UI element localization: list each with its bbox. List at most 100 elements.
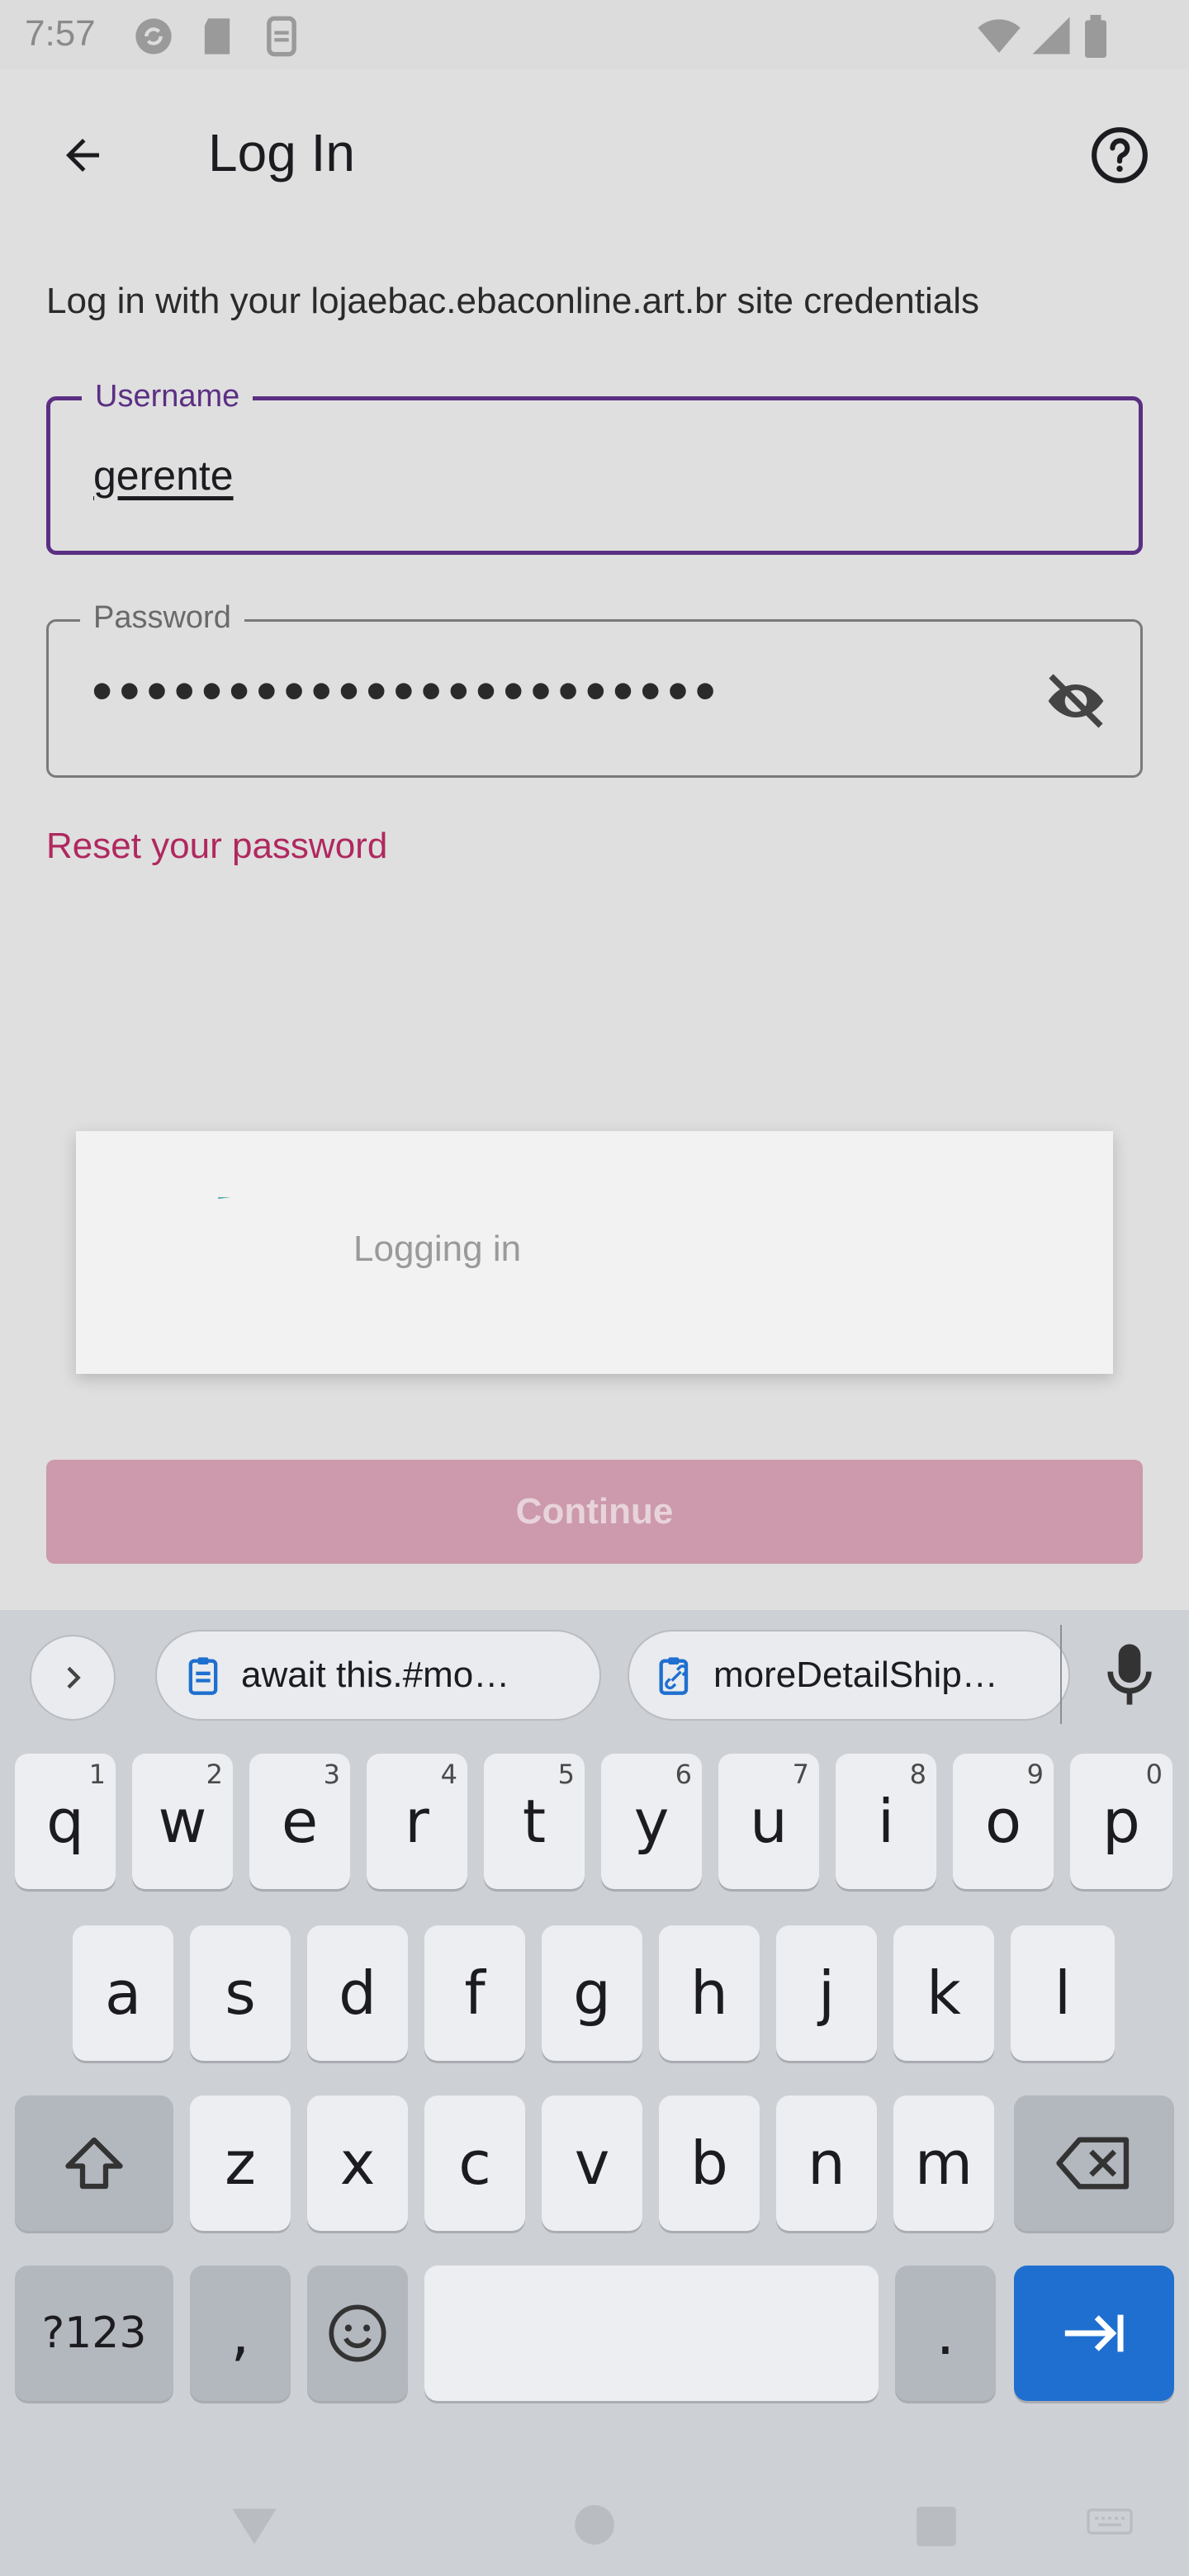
key-label: f <box>464 1958 486 2028</box>
key-q[interactable]: q1 <box>15 1754 116 1889</box>
progress-dialog: Logging in <box>76 1131 1113 1374</box>
key-y[interactable]: y6 <box>601 1754 702 1889</box>
key-l[interactable]: l <box>1011 1925 1115 2061</box>
backspace-icon <box>1056 2137 1130 2190</box>
key-v[interactable]: v <box>542 2095 642 2231</box>
signal-icon <box>1032 17 1070 54</box>
key-hint: 9 <box>1026 1759 1044 1790</box>
back-button[interactable] <box>46 119 119 192</box>
key-label: l <box>1054 1958 1071 2028</box>
clipboard-link-icon <box>659 1657 689 1695</box>
clipboard-chip-1[interactable]: await this.#mo… <box>155 1630 601 1721</box>
keyboard-switch-icon[interactable] <box>1087 2508 1133 2541</box>
soft-keyboard: await this.#mo… moreDetailShip… q1 w2 e3… <box>0 1610 1189 2576</box>
username-field[interactable]: Username gerente <box>46 379 1143 555</box>
key-i[interactable]: i8 <box>836 1754 936 1889</box>
key-label: u <box>750 1787 788 1856</box>
key-label: v <box>574 2129 610 2198</box>
sync-icon <box>135 18 172 54</box>
key-o[interactable]: o9 <box>953 1754 1054 1889</box>
continue-button[interactable]: Continue <box>46 1460 1143 1564</box>
key-k[interactable]: k <box>893 1925 994 2061</box>
period-key[interactable]: . <box>895 2266 996 2401</box>
nav-back-icon[interactable] <box>228 2503 281 2550</box>
key-label: m <box>914 2129 973 2198</box>
dialog-message: Logging in <box>353 1229 522 1269</box>
symbols-key[interactable]: ?123 <box>15 2266 173 2401</box>
key-s[interactable]: s <box>190 1925 291 2061</box>
backspace-key[interactable] <box>1014 2095 1174 2231</box>
clipboard-chip-2[interactable]: moreDetailShip… <box>628 1630 1070 1721</box>
password-value[interactable]: ••••••••••••••••••••••• <box>92 661 722 721</box>
chevron-right-icon <box>67 1666 81 1689</box>
reset-password-link[interactable]: Reset your password <box>46 826 387 867</box>
username-value[interactable]: gerente <box>93 452 234 500</box>
battery-icon <box>1085 15 1106 58</box>
key-label: d <box>339 1958 377 2028</box>
expand-toolbar-button[interactable] <box>30 1635 116 1721</box>
key-label: o <box>984 1787 1022 1856</box>
key-hint: 8 <box>909 1759 926 1790</box>
spinner-arc <box>218 1197 234 1200</box>
key-z[interactable]: z <box>190 2095 291 2231</box>
space-key[interactable] <box>424 2266 879 2401</box>
app-bar: Log In <box>0 69 1189 234</box>
comma-key[interactable]: , <box>190 2266 291 2401</box>
shift-key[interactable] <box>15 2095 173 2231</box>
key-hint: 4 <box>440 1759 457 1790</box>
storage-icon <box>267 16 296 57</box>
key-p[interactable]: p0 <box>1070 1754 1172 1889</box>
login-instruction: Log in with your lojaebac.ebaconline.art… <box>46 281 979 321</box>
key-hint: 1 <box>88 1759 106 1790</box>
clipboard-icon <box>188 1657 218 1695</box>
key-d[interactable]: d <box>307 1925 408 2061</box>
loading-spinner <box>218 1197 234 1200</box>
key-hint: 7 <box>792 1759 809 1790</box>
key-a[interactable]: a <box>73 1925 173 2061</box>
password-field[interactable]: Password ••••••••••••••••••••••• <box>46 600 1143 778</box>
key-hint: 0 <box>1145 1759 1163 1790</box>
arrow-back-icon <box>66 139 99 172</box>
key-x[interactable]: x <box>307 2095 408 2231</box>
key-label: y <box>633 1787 670 1856</box>
key-f[interactable]: f <box>424 1925 525 2061</box>
key-n[interactable]: n <box>776 2095 877 2231</box>
key-e[interactable]: e3 <box>249 1754 350 1889</box>
key-t[interactable]: t5 <box>484 1754 585 1889</box>
wifi-icon <box>978 19 1021 53</box>
tab-next-icon <box>1064 2314 1124 2352</box>
key-hint: 5 <box>557 1759 575 1790</box>
key-r[interactable]: r4 <box>367 1754 467 1889</box>
key-c[interactable]: c <box>424 2095 525 2231</box>
status-bar: 7:57 <box>0 0 1189 69</box>
key-b[interactable]: b <box>659 2095 760 2231</box>
emoji-key[interactable] <box>307 2266 408 2401</box>
username-label: Username <box>82 379 253 414</box>
help-button[interactable] <box>1083 119 1156 192</box>
key-hint: 2 <box>206 1759 223 1790</box>
key-label: h <box>690 1958 728 2028</box>
key-hint: 3 <box>323 1759 340 1790</box>
key-w[interactable]: w2 <box>132 1754 233 1889</box>
sd-card-icon <box>204 18 230 54</box>
nav-recents-icon[interactable] <box>915 2505 958 2548</box>
key-h[interactable]: h <box>659 1925 760 2061</box>
emoji-icon <box>329 2304 386 2362</box>
next-key[interactable] <box>1014 2266 1174 2401</box>
key-u[interactable]: u7 <box>718 1754 819 1889</box>
key-label: c <box>458 2129 491 2198</box>
password-visibility-toggle[interactable] <box>1041 666 1111 736</box>
keyboard-toolbar: await this.#mo… moreDetailShip… <box>0 1610 1189 1734</box>
visibility-off-icon <box>1048 674 1104 728</box>
key-m[interactable]: m <box>893 2095 994 2231</box>
clipboard-chip-text: await this.#mo… <box>241 1655 510 1695</box>
nav-home-icon[interactable] <box>573 2503 616 2546</box>
voice-input-button[interactable] <box>1097 1633 1163 1716</box>
key-label: z <box>225 2129 256 2198</box>
page-title: Log In <box>208 123 355 182</box>
help-circle-icon <box>1092 127 1148 183</box>
toolbar-divider <box>1060 1625 1062 1724</box>
key-j[interactable]: j <box>776 1925 877 2061</box>
key-g[interactable]: g <box>542 1925 642 2061</box>
key-label: g <box>573 1958 611 2028</box>
